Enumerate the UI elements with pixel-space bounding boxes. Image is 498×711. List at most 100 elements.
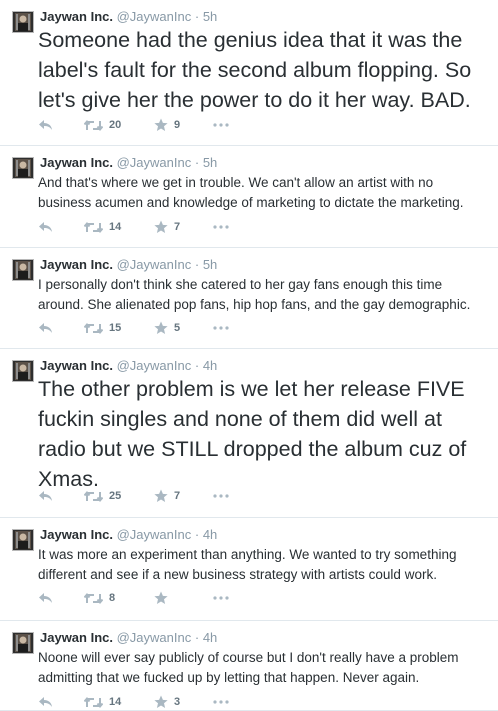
favorite-count: 9 [174, 119, 181, 131]
reply-icon [39, 593, 52, 603]
star-icon [154, 695, 168, 708]
tweet[interactable]: Jaywan Inc. @JaywanInc · 4h The other pr… [0, 349, 498, 518]
retweet-button[interactable]: 14 [84, 694, 121, 710]
retweet-icon [84, 592, 103, 604]
avatar[interactable] [12, 157, 34, 179]
retweet-button[interactable]: 14 [84, 219, 121, 235]
more-icon [213, 494, 229, 498]
reply-icon [39, 491, 52, 501]
more-button[interactable] [213, 320, 229, 336]
reply-button[interactable] [38, 320, 53, 336]
tweet-header: Jaywan Inc. @JaywanInc · 4h [40, 630, 217, 646]
timestamp[interactable]: 5h [203, 9, 217, 24]
reply-button[interactable] [38, 117, 53, 133]
more-icon [213, 700, 229, 704]
favorite-button[interactable]: 5 [154, 320, 180, 336]
retweet-icon [84, 322, 103, 334]
separator: · [194, 358, 200, 373]
avatar[interactable] [12, 259, 34, 281]
timestamp[interactable]: 4h [203, 630, 217, 645]
tweet-header: Jaywan Inc. @JaywanInc · 4h [40, 358, 217, 374]
tweet-text: It was more an experiment than anything.… [38, 547, 457, 582]
reply-icon [39, 222, 52, 232]
star-icon [154, 321, 168, 334]
star-icon [154, 489, 168, 502]
username[interactable]: @JaywanInc [117, 257, 192, 272]
tweet-text: The other problem is we let her release … [38, 377, 467, 491]
favorite-button[interactable]: 7 [154, 488, 180, 504]
separator: · [194, 257, 200, 272]
tweet-header: Jaywan Inc. @JaywanInc · 4h [40, 527, 217, 543]
more-button[interactable] [213, 590, 229, 606]
more-button[interactable] [213, 219, 229, 235]
favorite-count: 7 [174, 221, 181, 233]
timestamp[interactable]: 5h [203, 155, 217, 170]
favorite-button[interactable]: 7 [154, 219, 180, 235]
favorite-count: 5 [174, 322, 181, 334]
tweet-text: And that's where we get in trouble. We c… [38, 175, 464, 210]
more-icon [213, 596, 229, 600]
favorite-button[interactable]: 9 [154, 117, 180, 133]
star-icon [154, 118, 168, 131]
timestamp[interactable]: 4h [203, 358, 217, 373]
more-icon [213, 326, 229, 330]
avatar[interactable] [12, 529, 34, 551]
tweet[interactable]: Jaywan Inc. @JaywanInc · 5h I personally… [0, 248, 498, 349]
more-button[interactable] [213, 488, 229, 504]
favorite-button[interactable]: 3 [154, 694, 180, 710]
reply-button[interactable] [38, 219, 53, 235]
reply-icon [39, 697, 52, 707]
avatar[interactable] [12, 632, 34, 654]
tweet-feed: Jaywan Inc. @JaywanInc · 5h Someone had … [0, 0, 498, 711]
retweet-icon [84, 490, 103, 502]
reply-button[interactable] [38, 694, 53, 710]
tweet[interactable]: Jaywan Inc. @JaywanInc · 5h Someone had … [0, 0, 498, 146]
separator: · [194, 527, 200, 542]
retweet-icon [84, 696, 103, 708]
display-name[interactable]: Jaywan Inc. [40, 155, 113, 170]
username[interactable]: @JaywanInc [117, 9, 192, 24]
retweet-button[interactable]: 20 [84, 117, 121, 133]
tweet[interactable]: Jaywan Inc. @JaywanInc · 4h Noone will e… [0, 621, 498, 711]
avatar[interactable] [12, 360, 34, 382]
reply-button[interactable] [38, 590, 53, 606]
favorite-count: 7 [174, 490, 181, 502]
retweet-button[interactable]: 15 [84, 320, 121, 336]
display-name[interactable]: Jaywan Inc. [40, 257, 113, 272]
more-icon [213, 225, 229, 229]
favorite-count: 3 [174, 696, 181, 708]
display-name[interactable]: Jaywan Inc. [40, 9, 113, 24]
tweet[interactable]: Jaywan Inc. @JaywanInc · 5h And that's w… [0, 146, 498, 248]
username[interactable]: @JaywanInc [117, 155, 192, 170]
star-icon [154, 220, 168, 233]
display-name[interactable]: Jaywan Inc. [40, 527, 113, 542]
retweet-count: 14 [109, 696, 122, 708]
separator: · [194, 630, 200, 645]
avatar[interactable] [12, 11, 34, 33]
retweet-count: 20 [109, 119, 122, 131]
star-icon [154, 591, 168, 604]
separator: · [194, 9, 200, 24]
timestamp[interactable]: 4h [203, 527, 217, 542]
retweet-button[interactable]: 25 [84, 488, 121, 504]
retweet-icon [84, 119, 103, 131]
reply-button[interactable] [38, 488, 53, 504]
more-button[interactable] [213, 117, 229, 133]
tweet[interactable]: Jaywan Inc. @JaywanInc · 4h It was more … [0, 518, 498, 621]
timestamp[interactable]: 5h [203, 257, 217, 272]
display-name[interactable]: Jaywan Inc. [40, 630, 113, 645]
separator: · [194, 155, 200, 170]
tweet-header: Jaywan Inc. @JaywanInc · 5h [40, 155, 217, 171]
tweet-header: Jaywan Inc. @JaywanInc · 5h [40, 9, 217, 25]
retweet-count: 8 [109, 592, 116, 604]
tweet-text: Someone had the genius idea that it was … [38, 28, 472, 112]
retweet-count: 25 [109, 490, 122, 502]
retweet-button[interactable]: 8 [84, 590, 115, 606]
reply-icon [39, 120, 52, 130]
username[interactable]: @JaywanInc [117, 358, 192, 373]
username[interactable]: @JaywanInc [117, 630, 192, 645]
username[interactable]: @JaywanInc [117, 527, 192, 542]
favorite-button[interactable] [154, 590, 174, 606]
more-button[interactable] [213, 694, 229, 710]
display-name[interactable]: Jaywan Inc. [40, 358, 113, 373]
